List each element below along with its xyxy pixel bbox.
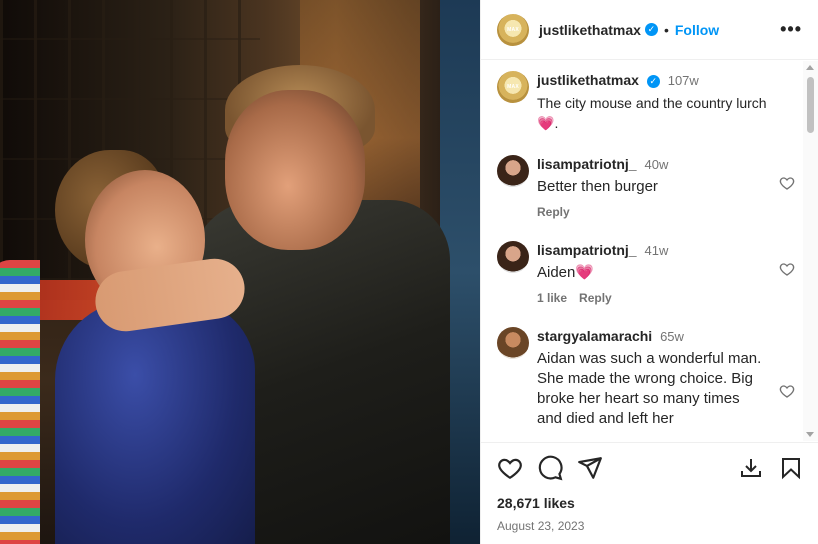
comment-item: lisampatriotnj_ 41w Aiden💗 1 like Reply [497, 241, 803, 305]
caption-text-body: The city mouse and the country lurch [537, 95, 767, 111]
scrollbar-thumb[interactable] [807, 77, 814, 133]
commenter-avatar[interactable] [497, 155, 529, 187]
post-actions: 28,671 likes August 23, 2023 [481, 442, 818, 533]
comment-item: stargyalamarachi 65w Aidan was such a wo… [497, 327, 803, 429]
scroll-up-arrow-icon[interactable] [806, 65, 814, 70]
caption-username[interactable]: justlikethatmax [537, 72, 639, 88]
bookmark-icon[interactable] [779, 456, 803, 480]
commenter-avatar[interactable] [497, 327, 529, 359]
author-avatar[interactable]: MAX [497, 13, 529, 46]
photo-woman-sweater [55, 300, 255, 544]
commenter-avatar[interactable] [497, 241, 529, 273]
post-header: MAX justlikethatmax ✓ • Follow ••• [481, 0, 818, 60]
comments-scrollbar[interactable] [803, 61, 818, 441]
caption-tail: . [554, 115, 559, 131]
comment-text: Better then burger [537, 178, 658, 195]
verified-badge-icon: ✓ [646, 74, 660, 88]
caption: MAX justlikethatmax ✓ 107w The city mous… [497, 71, 803, 133]
reply-button[interactable]: Reply [579, 291, 612, 305]
comment-like-heart-icon[interactable] [779, 175, 795, 191]
comment-text-body: Aiden [537, 264, 576, 281]
comment-timestamp[interactable]: 41w [644, 243, 668, 258]
action-icons [497, 455, 803, 481]
photo-striped-sweater [0, 260, 40, 544]
caption-heart-emoji: 💗 [537, 115, 555, 131]
follow-button[interactable]: Follow [675, 22, 719, 38]
likes-count[interactable]: 28,671 likes [497, 495, 803, 511]
more-options-icon[interactable]: ••• [780, 19, 802, 40]
comment-text: Aidan was such a wonderful man. She made… [537, 350, 762, 427]
post-side-panel: MAX justlikethatmax ✓ • Follow ••• MAX j… [480, 0, 818, 544]
comment-like-heart-icon[interactable] [779, 383, 795, 399]
post-photo[interactable] [0, 0, 480, 544]
comment-username[interactable]: lisampatriotnj_ [537, 242, 637, 258]
comment-heart-emoji: 💗 [575, 264, 595, 281]
share-icon[interactable] [577, 455, 603, 481]
comment-timestamp[interactable]: 65w [660, 329, 684, 344]
caption-timestamp[interactable]: 107w [668, 73, 699, 88]
caption-text: The city mouse and the country lurch 💗. [537, 93, 767, 133]
post-date[interactable]: August 23, 2023 [497, 519, 803, 533]
comment-username[interactable]: stargyalamarachi [537, 328, 652, 344]
comments-list[interactable]: MAX justlikethatmax ✓ 107w The city mous… [481, 61, 818, 441]
comment-username[interactable]: lisampatriotnj_ [537, 156, 637, 172]
author-username[interactable]: justlikethatmax [539, 22, 641, 38]
separator-dot: • [663, 21, 669, 38]
verified-badge-icon: ✓ [644, 23, 658, 36]
comment-timestamp[interactable]: 40w [644, 157, 668, 172]
action-icons-right [739, 456, 803, 480]
comment-icon[interactable] [537, 455, 563, 481]
scroll-down-arrow-icon[interactable] [806, 432, 814, 437]
comment-item: lisampatriotnj_ 40w Better then burger R… [497, 155, 803, 219]
heart-icon[interactable] [497, 455, 523, 481]
reply-button[interactable]: Reply [537, 205, 570, 219]
photo-man-face [225, 90, 365, 250]
comment-like-heart-icon[interactable] [779, 261, 795, 277]
download-icon[interactable] [739, 456, 763, 480]
caption-avatar[interactable]: MAX [497, 71, 529, 103]
comment-text: Aiden💗 [537, 263, 767, 283]
like-count[interactable]: 1 like [537, 291, 567, 305]
